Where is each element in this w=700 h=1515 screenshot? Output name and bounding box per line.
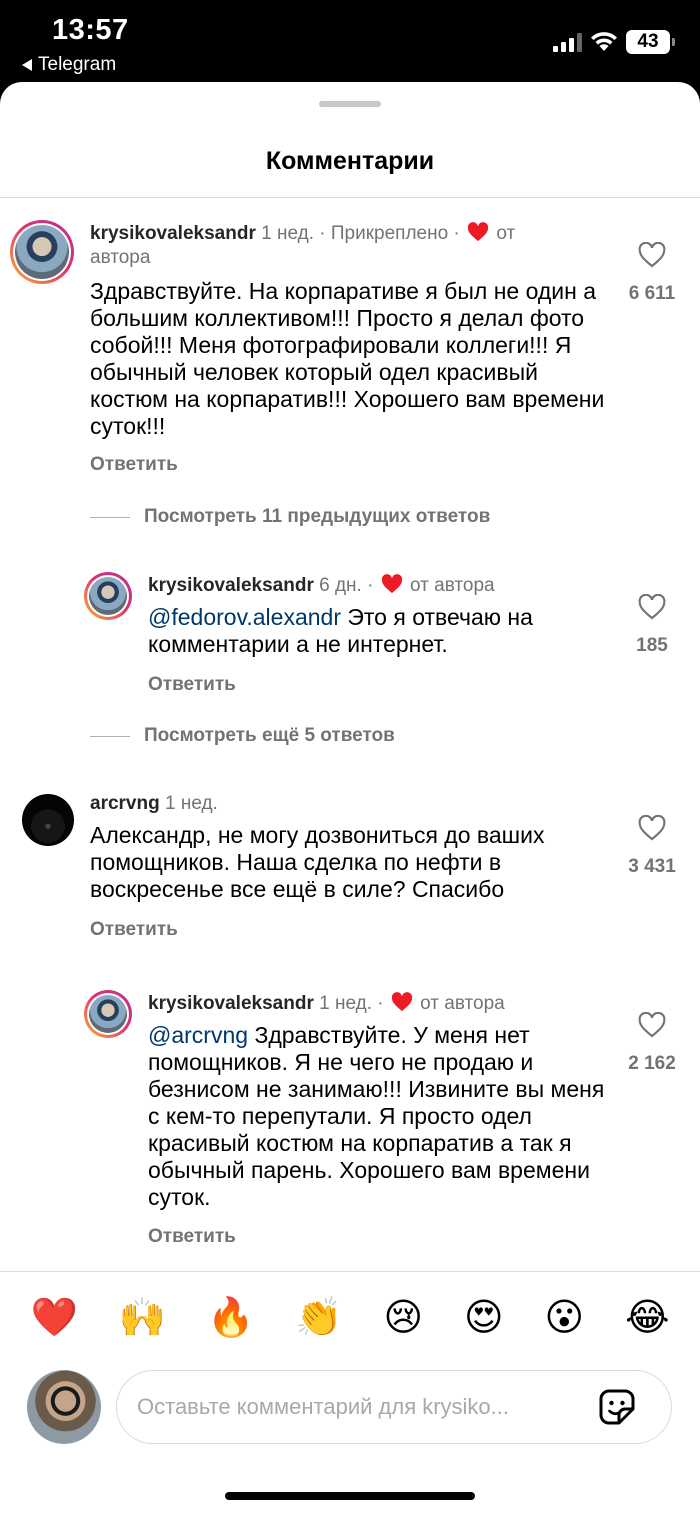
like-count: 185 [636,635,668,656]
avatar[interactable] [10,220,74,284]
heart-outline-icon[interactable] [638,241,666,268]
heart-outline-icon[interactable] [638,1011,666,1038]
comment-time: 6 дн. [319,575,362,596]
reaction-heart-eyes[interactable]: 😍 [464,1292,504,1342]
comment-like[interactable]: 2 162 [617,1011,687,1075]
author-like-label: от автора [410,575,495,596]
divider [0,197,700,198]
view-more-replies-label: Посмотреть ещё 5 ответов [144,725,395,746]
like-count: 3 431 [628,856,676,877]
comment-meta: krysikovaleksandr 1 нед. · от автора [148,992,505,1014]
divider [0,1271,700,1272]
mention-link[interactable]: @arcrvng [148,1022,248,1048]
comment-username[interactable]: krysikovaleksandr [90,223,256,244]
back-app-label: Telegram [38,54,117,75]
comments-sheet: Комментарии krysikovaleksandr 1 нед. · П… [0,82,700,1515]
comment-time: 1 нед. [164,793,218,814]
comment-text: @fedorov.alexandr Это я отвечаю на комме… [148,604,608,658]
reaction-fire[interactable]: 🔥 [207,1292,254,1342]
quick-reactions: ❤️ 🙌 🔥 👏 😢 😍 😮 😂 [0,1292,700,1342]
battery-icon: 43 [626,30,675,54]
heart-filled-icon [467,222,489,242]
reply-button[interactable]: Ответить [90,454,178,476]
reply-button[interactable]: Ответить [90,919,178,941]
wifi-icon [591,32,617,51]
author-like-label: от автора [420,993,505,1014]
avatar[interactable] [22,794,74,846]
comment-text: @arcrvng Здравствуйте. У меня нет помощн… [148,1022,610,1211]
view-previous-replies-label: Посмотреть 11 предыдущих ответов [144,506,491,527]
like-count: 2 162 [628,1053,676,1074]
reaction-clap[interactable]: 👏 [295,1292,342,1342]
comment-time: 1 нед. [319,993,372,1014]
avatar[interactable] [84,990,132,1038]
comment-text: Здравствуйте. На корпаративе я был не од… [90,278,605,439]
comment-username[interactable]: arcrvng [90,793,160,814]
heart-filled-icon [381,574,402,594]
comment-body: Здравствуйте. У меня нет помощников. Я н… [148,1022,605,1210]
sheet-grabber[interactable] [319,101,381,107]
cellular-signal-icon [553,32,582,52]
comment-time: 1 нед. [261,223,314,244]
comment-input[interactable] [137,1371,577,1443]
comment-like[interactable]: 6 611 [617,241,687,305]
comment-meta: arcrvng 1 нед. [90,792,570,816]
view-previous-replies[interactable]: Посмотреть 11 предыдущих ответов [90,506,490,528]
comment-username[interactable]: krysikovaleksandr [148,575,314,596]
comment-composer[interactable] [116,1370,672,1444]
comment-like[interactable]: 185 [617,593,687,657]
like-count: 6 611 [628,283,676,304]
status-bar: 13:57 Telegram 43 [0,0,700,82]
heart-filled-icon [391,992,413,1012]
view-more-replies[interactable]: Посмотреть ещё 5 ответов [90,725,395,747]
sticker-icon[interactable] [597,1387,637,1427]
my-avatar [27,1370,101,1444]
comment-username[interactable]: krysikovaleksandr [148,993,314,1014]
reaction-crying[interactable]: 😢 [383,1292,423,1342]
reaction-heart[interactable]: ❤️ [30,1292,77,1342]
reaction-laughing[interactable]: 😂 [625,1292,669,1342]
back-arrow-icon [22,59,32,71]
home-indicator[interactable] [225,1492,475,1500]
reply-button[interactable]: Ответить [148,674,236,696]
sheet-title: Комментарии [265,147,435,175]
reply-button[interactable]: Ответить [148,1226,236,1248]
back-to-telegram[interactable]: Telegram [22,54,116,76]
pinned-label: · Прикреплено · [319,223,460,244]
thread-line [90,516,130,518]
heart-outline-icon[interactable] [638,814,666,841]
comment-text: Александр, не могу дозвониться до ваших … [90,822,545,902]
mention-link[interactable]: @fedorov.alexandr [148,604,341,630]
comment-like[interactable]: 3 431 [617,814,687,878]
reaction-raised-hands[interactable]: 🙌 [119,1292,166,1342]
thread-line [90,735,130,737]
comment-meta: krysikovaleksandr 1 нед. · Прикреплено ·… [90,222,570,270]
comment-meta: krysikovaleksandr 6 дн. · от автора [148,574,495,596]
avatar[interactable] [84,572,132,620]
reaction-surprised[interactable]: 😮 [545,1292,585,1342]
status-time: 13:57 [52,14,129,46]
heart-outline-icon[interactable] [638,593,666,620]
